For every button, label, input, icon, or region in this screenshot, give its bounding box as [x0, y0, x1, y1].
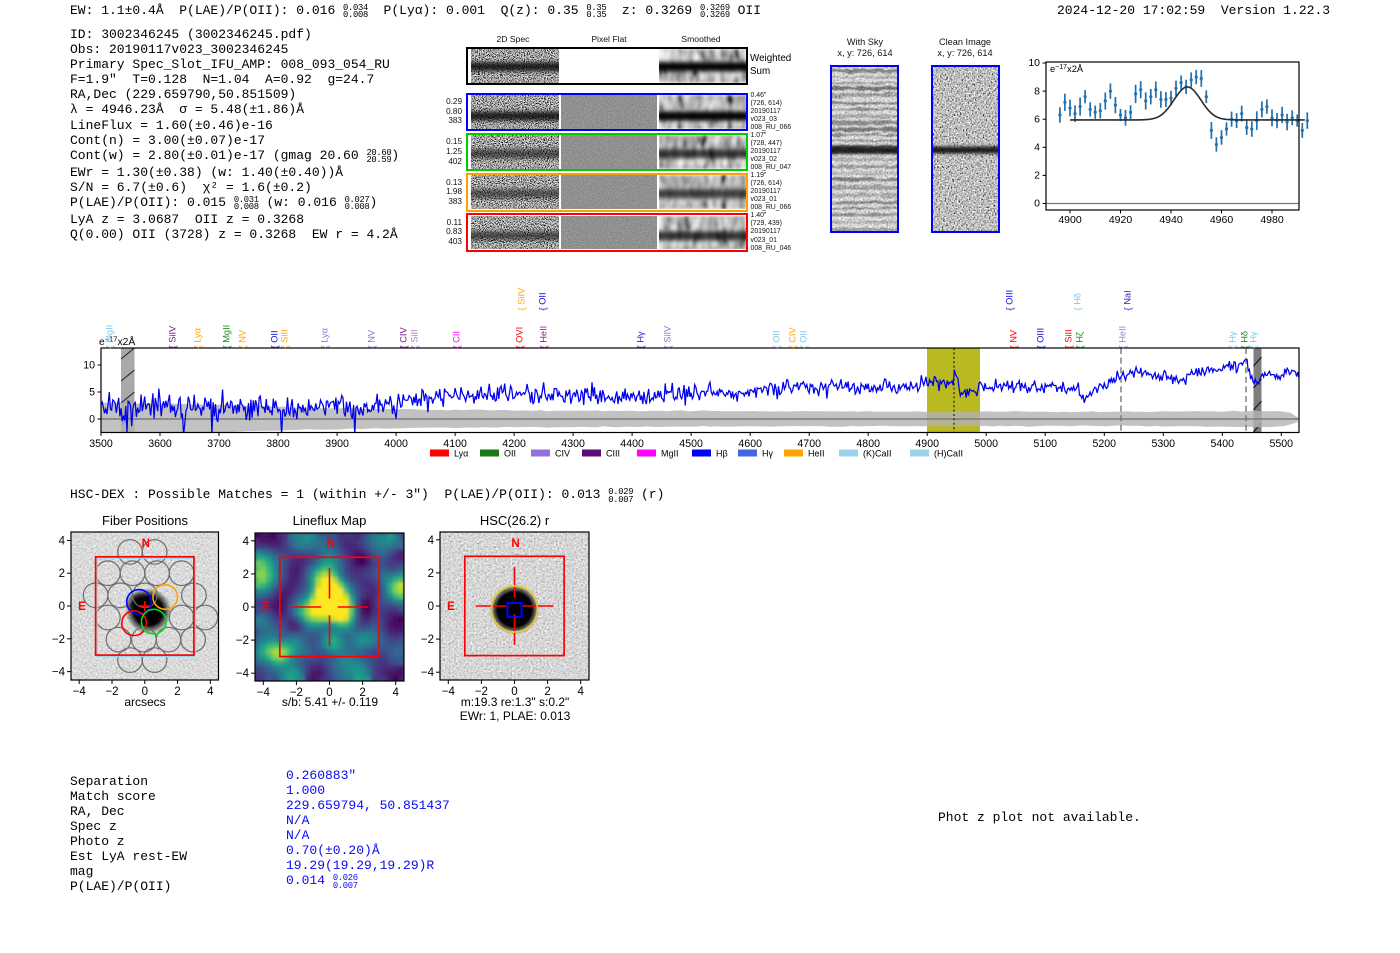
svg-text:{ Hδ: { Hδ [1073, 293, 1083, 311]
svg-text:5400: 5400 [1211, 438, 1235, 450]
svg-text:0: 0 [243, 602, 249, 614]
svg-text:3700: 3700 [207, 438, 231, 450]
svg-text:{ OII: { OII [799, 330, 809, 348]
svg-text:−4: −4 [421, 667, 435, 679]
svg-text:{ CIV: { CIV [399, 327, 409, 349]
svg-text:3600: 3600 [148, 438, 172, 450]
svg-text:4: 4 [428, 535, 435, 547]
svg-text:Lyα: Lyα [454, 449, 468, 459]
svg-text:0: 0 [1034, 198, 1040, 210]
svg-text:E: E [447, 601, 455, 613]
svg-text:10: 10 [83, 360, 95, 372]
svg-text:{ Hγ: { Hγ [636, 331, 646, 348]
svg-text:{ NaI: { NaI [1123, 290, 1133, 310]
svg-text:{ NV: { NV [1009, 329, 1019, 348]
svg-text:0: 0 [428, 601, 434, 613]
svg-text:4000: 4000 [384, 438, 408, 450]
svg-text:E: E [262, 601, 270, 613]
svg-text:OII: OII [504, 449, 516, 459]
svg-text:−4: −4 [52, 667, 66, 679]
svg-text:{ NV: { NV [367, 329, 377, 348]
svg-text:0: 0 [89, 414, 95, 426]
svg-text:{ SiII: { SiII [1064, 329, 1074, 348]
svg-text:4900: 4900 [1058, 214, 1082, 226]
svg-text:−2: −2 [52, 634, 65, 646]
svg-text:4940: 4940 [1159, 214, 1183, 226]
svg-text:{ HeII: { HeII [1118, 326, 1128, 349]
svg-text:4600: 4600 [738, 438, 762, 450]
svg-text:{ SiIV: { SiIV [517, 287, 527, 311]
svg-text:10: 10 [1028, 57, 1040, 69]
svg-text:2: 2 [1034, 170, 1040, 182]
svg-text:4: 4 [1034, 142, 1040, 154]
svg-text:2: 2 [243, 569, 249, 581]
svg-text:{ OII: { OII [270, 330, 280, 348]
svg-text:{ Hγ: { Hγ [1249, 331, 1259, 348]
svg-text:{ Lyα: { Lyα [193, 327, 203, 348]
svg-text:(H)CaII: (H)CaII [934, 449, 963, 459]
svg-text:e−17x2Å: e−17x2Å [1050, 64, 1084, 74]
svg-text:CIII: CIII [606, 449, 620, 459]
svg-text:4: 4 [59, 535, 66, 547]
svg-text:{ OII: { OII [538, 292, 548, 310]
svg-text:5300: 5300 [1152, 438, 1176, 450]
svg-text:8: 8 [1034, 85, 1040, 97]
svg-text:3500: 3500 [89, 438, 113, 450]
svg-text:{ NV: { NV [238, 329, 248, 348]
svg-text:{ Hζ: { Hζ [1075, 332, 1085, 349]
svg-text:{ SiII: { SiII [280, 329, 290, 348]
svg-text:4960: 4960 [1210, 214, 1234, 226]
svg-text:5: 5 [89, 387, 95, 399]
svg-text:{ Hγ: { Hγ [1228, 331, 1238, 348]
svg-text:{ OII: { OII [772, 330, 782, 348]
svg-text:{ CIV: { CIV [788, 327, 798, 349]
svg-text:−2: −2 [236, 635, 249, 647]
svg-text:{ CII: { CII [452, 331, 462, 349]
svg-text:3800: 3800 [266, 438, 290, 450]
svg-text:CIV: CIV [555, 449, 570, 459]
svg-text:{ SiIV: { SiIV [663, 325, 673, 349]
svg-text:(K)CaII: (K)CaII [863, 449, 892, 459]
svg-text:{ OVI: { OVI [515, 327, 525, 349]
svg-text:{ OIII: { OIII [1005, 290, 1015, 311]
svg-text:4920: 4920 [1109, 214, 1133, 226]
svg-text:{ Lyα: { Lyα [320, 327, 330, 348]
svg-text:MgII: MgII [661, 449, 679, 459]
svg-text:HeII: HeII [808, 449, 825, 459]
svg-text:E: E [78, 601, 86, 613]
svg-text:6: 6 [1034, 113, 1040, 125]
svg-text:5500: 5500 [1270, 438, 1294, 450]
svg-text:−2: −2 [421, 634, 434, 646]
svg-text:{ OIII: { OIII [1036, 328, 1046, 349]
svg-text:−4: −4 [236, 668, 250, 680]
svg-text:0: 0 [59, 601, 65, 613]
svg-text:N: N [326, 538, 334, 550]
svg-text:Hγ: Hγ [762, 449, 773, 459]
svg-text:4980: 4980 [1260, 214, 1284, 226]
svg-text:2: 2 [59, 568, 65, 580]
svg-text:{ SiIV: { SiIV [168, 325, 178, 349]
svg-text:5100: 5100 [1033, 438, 1057, 450]
svg-text:N: N [511, 538, 519, 550]
svg-text:{ MgII: { MgII [105, 325, 115, 349]
svg-text:4: 4 [243, 536, 250, 548]
svg-text:{ MgII: { MgII [222, 325, 232, 349]
svg-text:2: 2 [428, 568, 434, 580]
svg-text:5200: 5200 [1093, 438, 1117, 450]
svg-text:Hβ: Hβ [716, 449, 728, 459]
svg-text:4400: 4400 [620, 438, 644, 450]
svg-text:5000: 5000 [974, 438, 998, 450]
svg-text:4500: 4500 [679, 438, 703, 450]
svg-text:3900: 3900 [325, 438, 349, 450]
svg-text:{ SiII: { SiII [410, 329, 420, 348]
svg-text:N: N [142, 538, 150, 550]
svg-text:{ HeII: { HeII [539, 326, 549, 349]
